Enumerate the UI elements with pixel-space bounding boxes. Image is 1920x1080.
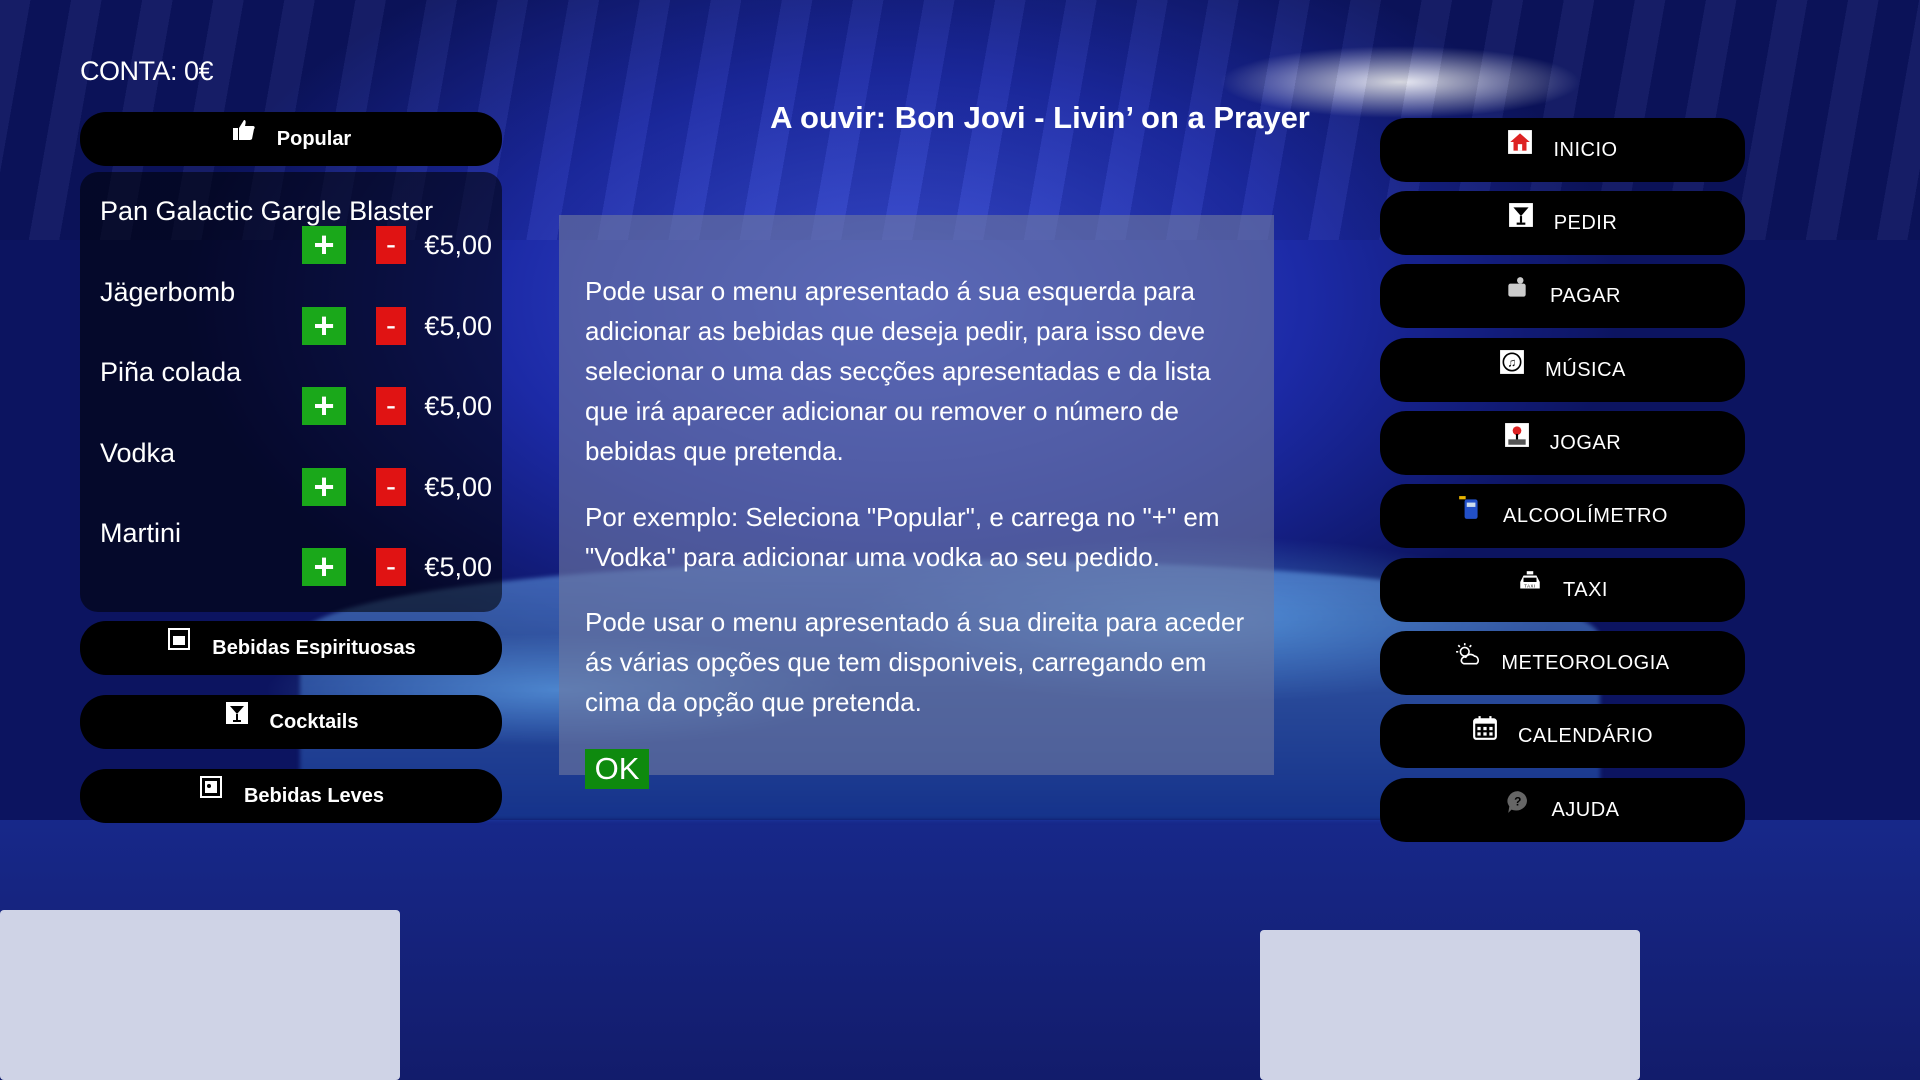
help-icon: ? xyxy=(1505,789,1531,815)
remove-drink-button[interactable]: - xyxy=(376,548,406,586)
home-icon xyxy=(1507,129,1533,155)
category-soft-drinks-label: Bebidas Leves xyxy=(243,784,385,807)
menu-meteorologia-label: METEOROLOGIA xyxy=(1501,651,1670,674)
drinks-list-panel: Pan Galactic Gargle Blaster + - €5,00 Jä… xyxy=(80,172,502,612)
cocktail-icon xyxy=(1508,202,1534,228)
joystick-icon xyxy=(1504,422,1530,448)
menu-pedir-label: PEDIR xyxy=(1553,211,1618,234)
menu-calendario-button[interactable]: CALENDÁRIO xyxy=(1380,704,1745,768)
add-drink-button[interactable]: + xyxy=(302,468,346,506)
menu-musica-label: MÚSICA xyxy=(1545,358,1626,381)
svg-text:♫: ♫ xyxy=(1507,355,1516,369)
thumbs-up-icon xyxy=(231,118,257,144)
help-info-panel: Pode usar o menu apresentado á sua esque… xyxy=(559,215,1274,775)
table-decoration xyxy=(1260,930,1640,1080)
drink-price: €5,00 xyxy=(424,391,492,421)
drink-price: €5,00 xyxy=(424,552,492,582)
category-soft-drinks-button[interactable]: Bebidas Leves xyxy=(80,769,502,823)
svg-text:TAXI: TAXI xyxy=(1524,583,1535,588)
menu-alcoolimetro-label: ALCOOLÍMETRO xyxy=(1503,504,1668,527)
menu-alcoolimetro-button[interactable]: ALCOOLÍMETRO xyxy=(1380,484,1745,548)
remove-drink-button[interactable]: - xyxy=(376,307,406,345)
info-paragraph-example: Por exemplo: Seleciona "Popular", e carr… xyxy=(585,502,1220,572)
category-cocktails-label: Cocktails xyxy=(269,710,359,733)
calendar-icon xyxy=(1472,715,1498,741)
taxi-icon: TAXI xyxy=(1517,569,1543,595)
info-paragraph-left-menu: Pode usar o menu apresentado á sua esque… xyxy=(585,276,1211,466)
drink-item: Pan Galactic Gargle Blaster + - €5,00 xyxy=(100,196,500,276)
cocktail-icon xyxy=(224,701,250,727)
remove-drink-button[interactable]: - xyxy=(376,468,406,506)
drink-name: Martini xyxy=(100,518,182,548)
drink-name: Jägerbomb xyxy=(100,277,236,307)
drink-item: Martini + - €5,00 xyxy=(100,518,500,598)
drink-name: Piña colada xyxy=(100,357,242,387)
now-playing-title: A ouvir: Bon Jovi - Livin’ on a Prayer xyxy=(770,100,1310,135)
menu-ajuda-label: AJUDA xyxy=(1551,798,1620,821)
category-cocktails-button[interactable]: Cocktails xyxy=(80,695,502,749)
remove-drink-button[interactable]: - xyxy=(376,387,406,425)
drink-item: Piña colada + - €5,00 xyxy=(100,357,500,437)
drink-name: Pan Galactic Gargle Blaster xyxy=(100,196,434,226)
category-spirits-label: Bebidas Espirituosas xyxy=(212,636,416,659)
menu-ajuda-button[interactable]: ? AJUDA xyxy=(1380,778,1745,842)
music-icon: ♫ xyxy=(1499,349,1525,375)
menu-inicio-button[interactable]: INICIO xyxy=(1380,118,1745,182)
payment-icon xyxy=(1504,275,1530,301)
menu-jogar-button[interactable]: JOGAR xyxy=(1380,411,1745,475)
drink-price: €5,00 xyxy=(424,311,492,341)
menu-pedir-button[interactable]: PEDIR xyxy=(1380,191,1745,255)
add-drink-button[interactable]: + xyxy=(302,387,346,425)
info-paragraph-right-menu: Pode usar o menu apresentado á sua direi… xyxy=(585,607,1245,717)
add-drink-button[interactable]: + xyxy=(302,226,346,264)
svg-text:?: ? xyxy=(1515,794,1523,808)
category-popular-button[interactable]: Popular xyxy=(80,112,502,166)
account-total: CONTA: 0€ xyxy=(80,56,214,86)
menu-taxi-label: TAXI xyxy=(1563,578,1608,601)
drink-name: Vodka xyxy=(100,438,176,468)
menu-inicio-label: INICIO xyxy=(1553,138,1618,161)
menu-jogar-label: JOGAR xyxy=(1549,431,1622,454)
drink-price: €5,00 xyxy=(424,472,492,502)
weather-icon xyxy=(1455,642,1481,668)
category-popular-label: Popular xyxy=(276,127,352,150)
glass-icon xyxy=(166,627,192,653)
drink-item: Vodka + - €5,00 xyxy=(100,438,500,518)
remove-drink-button[interactable]: - xyxy=(376,226,406,264)
add-drink-button[interactable]: + xyxy=(302,548,346,586)
menu-pagar-label: PAGAR xyxy=(1549,284,1622,307)
ok-button[interactable]: OK xyxy=(585,749,649,789)
table-decoration xyxy=(0,910,400,1080)
drink-price: €5,00 xyxy=(424,230,492,260)
breathalyzer-icon xyxy=(1457,495,1483,521)
menu-musica-button[interactable]: ♫ MÚSICA xyxy=(1380,338,1745,402)
menu-meteorologia-button[interactable]: METEOROLOGIA xyxy=(1380,631,1745,695)
add-drink-button[interactable]: + xyxy=(302,307,346,345)
menu-taxi-button[interactable]: TAXI TAXI xyxy=(1380,558,1745,622)
drink-item: Jägerbomb + - €5,00 xyxy=(100,277,500,357)
category-spirits-button[interactable]: Bebidas Espirituosas xyxy=(80,621,502,675)
soft-drink-icon xyxy=(198,775,224,801)
menu-calendario-label: CALENDÁRIO xyxy=(1517,724,1654,747)
menu-pagar-button[interactable]: PAGAR xyxy=(1380,264,1745,328)
